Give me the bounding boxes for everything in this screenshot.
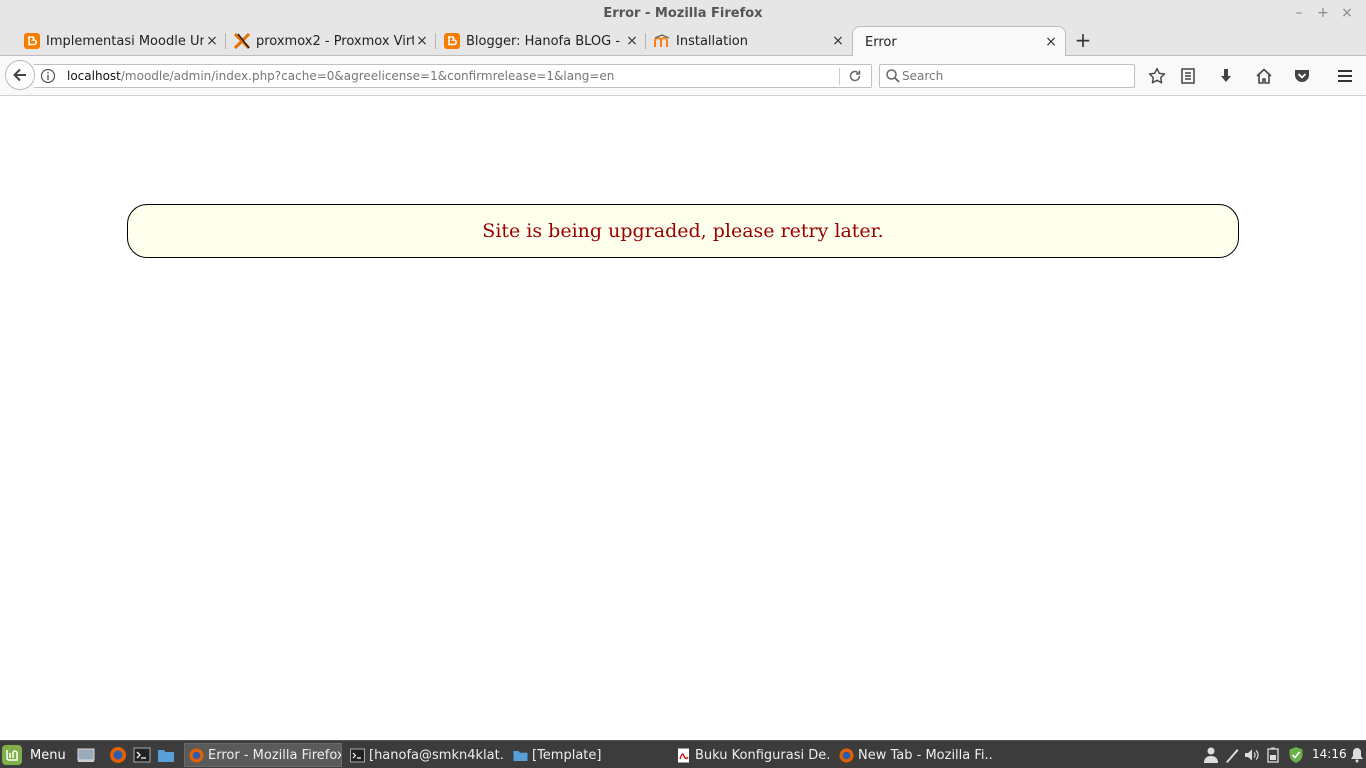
tab-close-button[interactable]: × (1043, 34, 1059, 50)
blogger-icon (444, 33, 460, 49)
taskbar-item-firefox-newtab[interactable]: New Tab - Mozilla Fi... (835, 743, 993, 767)
pdf-icon (676, 748, 691, 763)
taskbar-clock[interactable]: 14:16 (1312, 747, 1347, 761)
url-text[interactable]: localhost/moodle/admin/index.php?cache=0… (67, 69, 614, 83)
pocket-icon[interactable] (1292, 66, 1312, 86)
tab-close-button[interactable]: × (204, 33, 220, 49)
terminal-icon (350, 748, 365, 763)
firefox-icon (189, 748, 204, 763)
tab-error[interactable]: Error × (852, 26, 1066, 57)
pen-tool-icon[interactable] (1224, 746, 1240, 764)
search-input[interactable] (902, 67, 1130, 85)
tab-implementasi-moodle[interactable]: Implementasi Moodle Untu × (0, 26, 226, 56)
tab-label: Implementasi Moodle Untu (46, 33, 204, 49)
notification-icon[interactable] (1350, 746, 1366, 764)
tab-close-button[interactable]: × (830, 33, 846, 49)
show-desktop-icon[interactable] (77, 746, 95, 764)
page-content: Site is being upgraded, please retry lat… (0, 97, 1366, 740)
firefox-icon (839, 748, 854, 763)
reload-icon[interactable] (847, 68, 863, 84)
error-message: Site is being upgraded, please retry lat… (482, 220, 884, 242)
proxmox-icon (234, 33, 250, 49)
firefox-launcher-icon[interactable] (109, 746, 127, 764)
tab-blogger-hanofa[interactable]: Blogger: Hanofa BLOG - Se × (436, 26, 646, 56)
home-icon[interactable] (1254, 66, 1274, 86)
tab-label: Installation (676, 33, 749, 49)
tab-close-button[interactable]: × (414, 33, 430, 49)
tab-proxmox2[interactable]: proxmox2 - Proxmox Virtual × (226, 26, 436, 56)
taskbar-item-pdf[interactable]: Buku Konfigurasi De... (672, 743, 830, 767)
start-menu-label: Menu (30, 747, 66, 763)
window-titlebar: Error - Mozilla Firefox – + × (0, 0, 1366, 28)
taskbar-item-label: Error - Mozilla Firefox (208, 747, 342, 763)
taskbar-item-firefox-error[interactable]: Error - Mozilla Firefox (184, 743, 342, 767)
user-icon[interactable] (1203, 746, 1219, 764)
maximize-button[interactable]: + (1314, 5, 1332, 21)
mint-logo-icon (2, 745, 22, 765)
blogger-icon (24, 33, 40, 49)
navigation-toolbar: localhost/moodle/admin/index.php?cache=0… (0, 56, 1366, 96)
download-icon[interactable] (1216, 66, 1236, 86)
new-tab-button[interactable]: + (1072, 28, 1094, 54)
search-bar[interactable] (879, 64, 1135, 88)
moodle-icon (654, 33, 670, 49)
url-bar[interactable]: localhost/moodle/admin/index.php?cache=0… (34, 64, 872, 88)
start-menu-button[interactable]: Menu (2, 743, 66, 767)
file-manager-launcher-icon[interactable] (157, 746, 175, 764)
tab-label: proxmox2 - Proxmox Virtual (256, 33, 414, 49)
tab-label: Error (865, 34, 897, 50)
taskbar: Menu Error - Mozilla Firefox [hanofa@smk… (0, 740, 1366, 768)
bookmark-star-icon[interactable] (1147, 66, 1167, 86)
back-arrow-icon (13, 68, 26, 82)
taskbar-item-terminal[interactable]: [hanofa@smkn4klat... (346, 743, 504, 767)
taskbar-item-label: Buku Konfigurasi De... (695, 747, 830, 763)
tab-close-button[interactable]: × (624, 33, 640, 49)
url-divider (839, 68, 840, 85)
url-host: localhost (67, 69, 121, 83)
shield-icon[interactable] (1288, 746, 1304, 764)
window-title: Error - Mozilla Firefox (603, 6, 763, 21)
taskbar-item-label: New Tab - Mozilla Fi... (858, 747, 993, 763)
taskbar-item-template-folder[interactable]: [Template] (509, 743, 667, 767)
url-path: /moodle/admin/index.php?cache=0&agreelic… (120, 69, 615, 83)
minimize-button[interactable]: – (1290, 5, 1308, 21)
folder-icon (513, 748, 528, 763)
close-window-button[interactable]: × (1338, 5, 1356, 21)
taskbar-item-label: [hanofa@smkn4klat... (369, 747, 504, 763)
bookmarks-list-icon[interactable] (1178, 66, 1198, 86)
back-button[interactable] (5, 60, 35, 90)
tab-installation[interactable]: Installation × (646, 26, 852, 56)
tab-strip: Implementasi Moodle Untu × proxmox2 - Pr… (0, 26, 1366, 57)
info-icon[interactable] (40, 68, 56, 84)
battery-icon[interactable] (1265, 746, 1281, 764)
volume-icon[interactable] (1244, 746, 1260, 764)
taskbar-item-label: [Template] (532, 747, 602, 763)
terminal-launcher-icon[interactable] (133, 746, 151, 764)
search-icon (885, 68, 901, 84)
tab-label: Blogger: Hanofa BLOG - Se (466, 33, 624, 49)
error-notice-box: Site is being upgraded, please retry lat… (127, 204, 1239, 258)
hamburger-menu-icon[interactable] (1335, 66, 1355, 86)
